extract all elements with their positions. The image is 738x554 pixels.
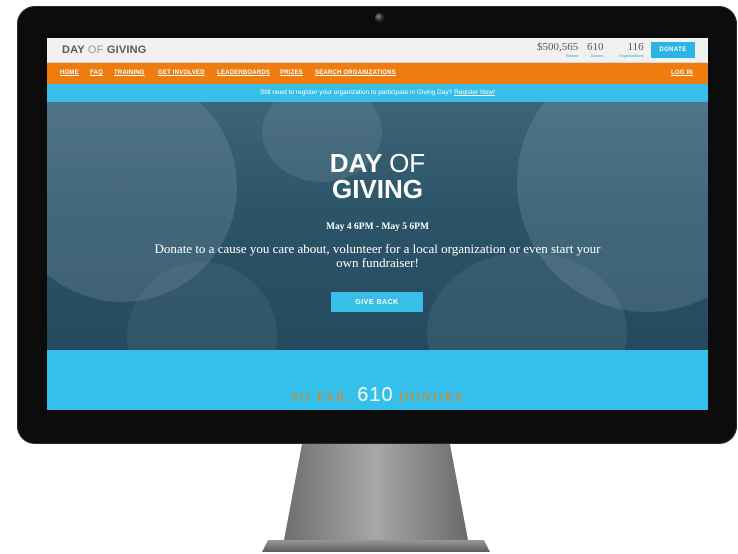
announcement-bar: Still need to register your organization… (47, 84, 708, 102)
counter-number: 610 (357, 384, 394, 406)
nav-item-leaderboards[interactable]: LEADERBOARDS (217, 70, 270, 76)
logo-word-day: DAY (62, 44, 85, 56)
nav-item-training[interactable]: TRAINING (114, 70, 145, 76)
counter-prefix: SO FAR, (290, 389, 353, 404)
desktop-stage: DAY OF GIVING $500,565 Raised 610 Donors… (0, 0, 738, 554)
stat-raised-label: Raised (565, 53, 579, 58)
hero-tagline: Donate to a cause you care about, volunt… (154, 241, 601, 270)
stat-organizations: 116 Organizations (619, 41, 644, 58)
give-back-button[interactable]: GIVE BACK (331, 292, 423, 312)
stat-raised: $500,565 Raised (537, 41, 578, 58)
donate-button[interactable]: DONATE (651, 42, 695, 58)
announcement-text: Still need to register your organization… (260, 89, 453, 96)
main-nav: HOME FAQ TRAINING GET INVOLVED LEADERBOA… (47, 63, 708, 84)
site-header: DAY OF GIVING $500,565 Raised 610 Donors… (47, 38, 708, 63)
browser-screen: DAY OF GIVING $500,565 Raised 610 Donors… (47, 38, 708, 410)
stat-raised-value: $500,565 (537, 41, 579, 53)
hero-title-line-2: GIVING (331, 174, 423, 204)
nav-item-get-involved[interactable]: GET INVOLVED (158, 70, 205, 76)
nav-item-search-organizations[interactable]: SEARCH ORGANIZATIONS (315, 70, 396, 76)
logo-word-giving: GIVING (106, 44, 147, 56)
login-link[interactable]: LOG IN (671, 70, 693, 76)
donor-counter: SO FAR, 610 DONORS (47, 384, 708, 407)
site-logo[interactable]: DAY OF GIVING (62, 44, 147, 56)
stat-organizations-label: Organizations (619, 53, 644, 58)
stat-organizations-value: 116 (627, 41, 644, 53)
logo-word-of: OF (87, 44, 104, 56)
nav-item-home[interactable]: HOME (60, 70, 79, 76)
event-date-range: May 4 6PM - May 5 6PM (326, 222, 429, 232)
stat-donors-value: 610 (587, 41, 604, 53)
stat-donors: 610 Donors (587, 41, 604, 58)
webcam-icon (375, 13, 384, 22)
stat-donors-label: Donors (590, 53, 604, 58)
register-now-link[interactable]: Register Now! (454, 89, 495, 96)
hero-title-line-1: DAY OF (47, 150, 708, 176)
counter-suffix: DONORS (398, 389, 465, 404)
hero-section: DAY OF GIVING May 4 6PM - May 5 6PM Dona… (47, 102, 708, 350)
nav-item-faq[interactable]: FAQ (90, 70, 103, 76)
nav-item-prizes[interactable]: PRIZES (280, 70, 303, 76)
